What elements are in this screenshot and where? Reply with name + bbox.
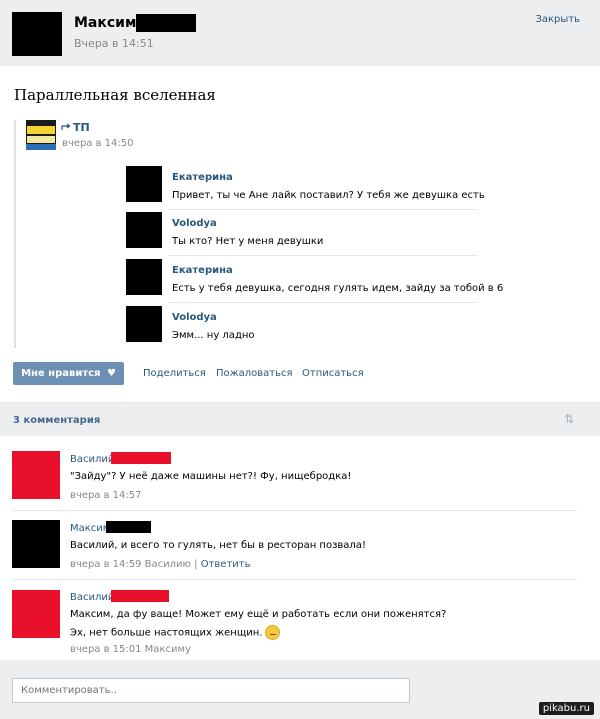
comment-text: Эх, нет больше настоящих женщин. [70,625,281,640]
repost-icon [61,122,72,134]
commenter-avatar[interactable] [12,590,60,638]
chat-divider [168,302,478,303]
like-button[interactable]: Мне нравится ♥ [13,362,124,385]
chat-avatar [126,306,162,342]
heart-icon: ♥ [106,368,116,379]
comment-author[interactable]: Василий [70,592,114,603]
comment-meta: вчера в 14:59 Василию | Ответить [70,559,251,570]
redacted-surname [111,590,169,602]
commenter-avatar[interactable] [12,520,60,568]
author-name[interactable]: Максим [74,15,136,31]
post-time: Вчера в 14:51 [74,37,154,50]
report-link[interactable]: Пожаловаться [216,368,293,379]
chat-message-author: Екатерина [172,265,233,276]
sort-arrows-icon[interactable]: ⇅ [564,412,574,426]
redacted-surname [136,14,196,32]
comment-compose-area: pikabu.ru [0,660,600,719]
comment-input[interactable] [12,678,410,703]
chat-message-text: Привет, ты че Ане лайк поставил? У тебя … [172,190,485,201]
comments-count[interactable]: 3 комментария [13,415,100,426]
commenter-avatar[interactable] [12,451,60,499]
comment-author[interactable]: Максим [70,523,110,534]
chat-message-text: Есть у тебя девушка, сегодня гулять идем… [172,283,504,294]
close-button[interactable]: Закрыть [535,14,580,25]
redacted-surname [111,452,171,464]
reply-link[interactable]: Ответить [201,559,251,570]
author-avatar[interactable] [12,12,62,56]
repost-border [14,120,16,348]
comment-time[interactable]: вчера в 14:57 [70,490,142,501]
comments-header: 3 комментария ⇅ [0,402,600,436]
group-avatar[interactable] [26,120,56,150]
share-link[interactable]: Поделиться [143,368,206,379]
watermark: pikabu.ru [538,702,594,715]
comment-divider [12,579,577,580]
redacted-surname [106,521,151,533]
like-label: Мне нравится [21,368,101,379]
group-name-link[interactable]: ТП [73,121,90,134]
post-header: Максим Вчера в 14:51 Закрыть [0,0,600,66]
comment-divider [12,510,577,511]
comment-time[interactable]: вчера в 15:01 Максиму [70,644,191,655]
comment-text: "Зайду"? У неё даже машины нет?! Фу, нищ… [70,471,352,482]
chat-avatar [126,259,162,295]
post-title: Параллельная вселенная [14,86,216,104]
chat-message-text: Эмм... ну ладно [172,330,255,341]
comment-time[interactable]: вчера в 14:59 Василию | [70,559,198,570]
group-post-time: вчера в 14:50 [62,138,134,149]
comment-text: Василий, и всего то гулять, нет бы в рес… [70,540,366,551]
comment-text-line: Эх, нет больше настоящих женщин. [70,627,263,639]
chat-message-author: Екатерина [172,172,233,183]
comment-text: Максим, да фу ваще! Может ему ещё и рабо… [70,609,447,620]
chat-avatar [126,166,162,202]
pensive-emoji-icon [265,625,281,640]
chat-message-text: Ты кто? Нет у меня девушки [172,236,324,247]
chat-message-author: Volodya [172,312,217,323]
chat-divider [168,255,478,256]
unsubscribe-link[interactable]: Отписаться [302,368,364,379]
chat-message-author: Volodya [172,218,217,229]
chat-avatar [126,212,162,248]
comment-author[interactable]: Василий [70,454,114,465]
chat-divider [168,209,478,210]
